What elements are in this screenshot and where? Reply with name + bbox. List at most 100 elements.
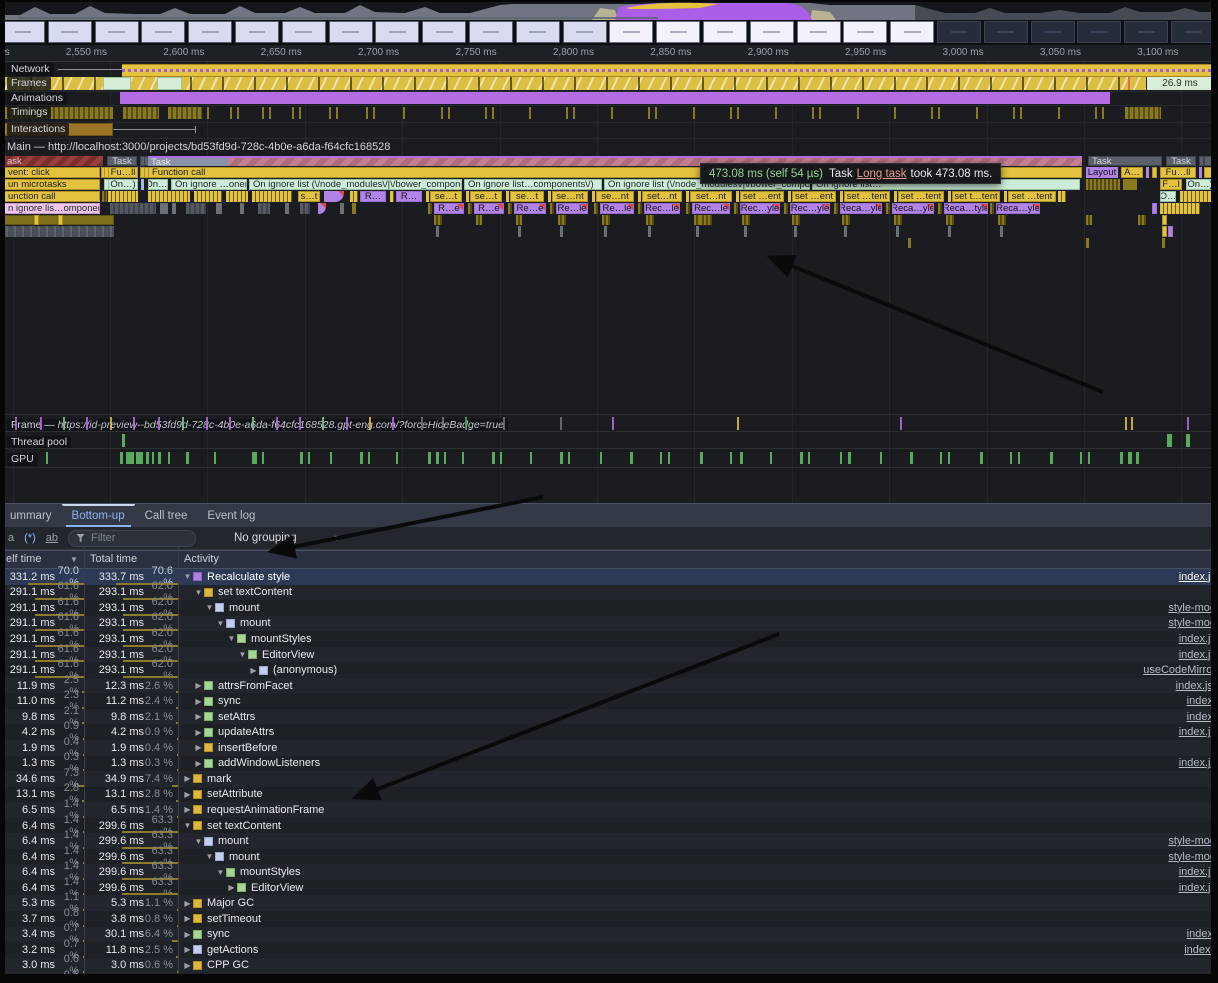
- flame-bar[interactable]: [548, 191, 551, 202]
- frame-activity-tick[interactable]: [182, 417, 184, 430]
- table-row[interactable]: 291.1 ms61.6 %293.1 ms62.0 %▼mountstyle-…: [0, 616, 1218, 632]
- thread-pool-tick[interactable]: [1186, 434, 1190, 447]
- gpu-activity-tick[interactable]: [880, 452, 882, 464]
- flame-bar[interactable]: [252, 191, 292, 202]
- flame-bar[interactable]: [560, 226, 563, 237]
- timing-marker[interactable]: [1102, 107, 1104, 119]
- flame-bar[interactable]: se…t: [510, 191, 544, 202]
- timing-marker[interactable]: [448, 107, 450, 119]
- screenshot-thumbnail[interactable]: [797, 21, 841, 43]
- screenshot-thumbnail[interactable]: [563, 21, 607, 43]
- flame-bar[interactable]: set …tent: [1008, 191, 1056, 202]
- flame-bar[interactable]: Task: [107, 156, 137, 166]
- gpu-activity-tick[interactable]: [158, 452, 161, 464]
- flame-bar[interactable]: [592, 191, 595, 202]
- disclosure-triangle[interactable]: ▼: [182, 572, 193, 581]
- frame-activity-tick[interactable]: [392, 417, 394, 430]
- frame-activity-tick[interactable]: [252, 417, 254, 430]
- flame-bar[interactable]: se…nt: [596, 191, 634, 202]
- flame-bar[interactable]: [285, 203, 289, 214]
- gpu-activity-tick[interactable]: [492, 452, 495, 464]
- screenshot-thumbnail[interactable]: [750, 21, 794, 43]
- gpu-activity-tick[interactable]: [1050, 452, 1053, 464]
- flame-bar[interactable]: Re…e: [514, 203, 546, 214]
- flame-bar[interactable]: [148, 191, 190, 202]
- gpu-activity-tick[interactable]: [146, 452, 149, 464]
- disclosure-triangle[interactable]: ▶: [193, 697, 204, 706]
- self-time-header[interactable]: elf time: [6, 553, 41, 565]
- screenshot-thumbnail[interactable]: [375, 21, 419, 43]
- table-row[interactable]: 6.4 ms1.4 %299.6 ms63.3 %▶EditorViewinde…: [0, 880, 1218, 896]
- frame-activity-tick[interactable]: [299, 417, 301, 430]
- table-row[interactable]: 291.1 ms61.6 %293.1 ms62.0 %▼EditorViewi…: [0, 647, 1218, 663]
- frame-activity-tick[interactable]: [900, 417, 902, 430]
- activity-header[interactable]: Activity: [184, 553, 219, 565]
- flame-bar[interactable]: [840, 191, 843, 202]
- gpu-activity-tick[interactable]: [1136, 452, 1139, 464]
- tab-bottom-up[interactable]: Bottom-up: [62, 504, 135, 527]
- table-row[interactable]: 6.5 ms1.4 %6.5 ms1.4 %▶requestAnimationF…: [0, 802, 1218, 818]
- flame-bar[interactable]: On ignore list (\/node_modules\/|\/bower…: [249, 179, 462, 190]
- frame-activity-tick[interactable]: [346, 417, 348, 430]
- gpu-activity-tick[interactable]: [368, 452, 370, 464]
- flame-bar[interactable]: [686, 203, 690, 214]
- flame-bar[interactable]: [646, 215, 654, 225]
- frame-activity-tick[interactable]: [1187, 417, 1189, 430]
- frame-activity-tick[interactable]: [15, 417, 17, 430]
- flame-bar[interactable]: unction call: [0, 191, 100, 202]
- flame-bar[interactable]: [844, 226, 847, 237]
- disclosure-triangle[interactable]: ▶: [248, 666, 259, 675]
- timing-marker[interactable]: [441, 107, 443, 119]
- flame-bar[interactable]: [226, 191, 248, 202]
- flame-bar[interactable]: s…t: [298, 191, 320, 202]
- flame-bar[interactable]: [508, 203, 512, 214]
- frame-activity-tick[interactable]: [276, 417, 278, 430]
- flame-bar[interactable]: [172, 203, 176, 214]
- frame-activity-tick[interactable]: [369, 417, 371, 430]
- gpu-activity-tick[interactable]: [136, 452, 143, 464]
- frame-activity-tick[interactable]: [465, 417, 467, 430]
- frame-activity-tick[interactable]: [63, 417, 65, 430]
- disclosure-triangle[interactable]: ▼: [215, 619, 226, 628]
- flame-bar[interactable]: [110, 203, 156, 214]
- gpu-activity-tick[interactable]: [262, 452, 264, 464]
- flame-bar[interactable]: [1086, 215, 1092, 225]
- gpu-activity-tick[interactable]: [568, 452, 570, 464]
- gpu-activity-tick[interactable]: [396, 452, 398, 464]
- flame-bar[interactable]: [602, 215, 610, 225]
- disclosure-triangle[interactable]: ▶: [182, 961, 193, 970]
- frame-activity-tick[interactable]: [421, 417, 423, 430]
- table-row[interactable]: 1.3 ms0.3 %1.3 ms0.3 %▶addWindowListener…: [0, 756, 1218, 772]
- flame-bar[interactable]: [736, 191, 739, 202]
- flame-bar[interactable]: se…nt: [552, 191, 588, 202]
- timing-marker[interactable]: [938, 107, 940, 119]
- flame-bar[interactable]: Layout: [1086, 167, 1118, 178]
- gpu-activity-tick[interactable]: [300, 452, 303, 464]
- flame-bar[interactable]: [1152, 167, 1157, 178]
- timing-marker[interactable]: [529, 107, 531, 119]
- screenshot-thumbnail[interactable]: [984, 21, 1028, 43]
- match-case-icon[interactable]: a: [8, 532, 14, 544]
- lane-frame-thread[interactable]: Frame — https://id-preview--bd53fd9d-728…: [0, 414, 1218, 432]
- flame-bar[interactable]: Rec…le: [692, 203, 730, 214]
- disclosure-triangle[interactable]: ▶: [182, 790, 193, 799]
- flame-bar[interactable]: [734, 203, 738, 214]
- flame-bar[interactable]: [894, 215, 902, 225]
- timing-marker[interactable]: [269, 107, 271, 119]
- frame-activity-tick[interactable]: [322, 417, 324, 430]
- table-row[interactable]: 291.1 ms61.6 %293.1 ms62.0 %▼set textCon…: [0, 585, 1218, 601]
- grouping-caret-icon[interactable]: ▼: [333, 533, 342, 543]
- timing-marker[interactable]: [230, 107, 232, 119]
- screenshot-thumbnail[interactable]: [516, 21, 560, 43]
- gpu-activity-tick[interactable]: [1010, 452, 1012, 464]
- flame-bar[interactable]: [648, 226, 651, 237]
- flame-bar[interactable]: [700, 215, 712, 225]
- flame-bar[interactable]: R…e: [434, 203, 464, 214]
- timing-marker[interactable]: [611, 107, 613, 119]
- frame-activity-tick[interactable]: [158, 417, 160, 430]
- flame-bar[interactable]: [108, 191, 138, 202]
- flame-bar[interactable]: set…nt: [690, 191, 732, 202]
- timing-marker[interactable]: [693, 107, 695, 119]
- thread-pool-tick[interactable]: [122, 434, 125, 447]
- disclosure-triangle[interactable]: ▶: [182, 805, 193, 814]
